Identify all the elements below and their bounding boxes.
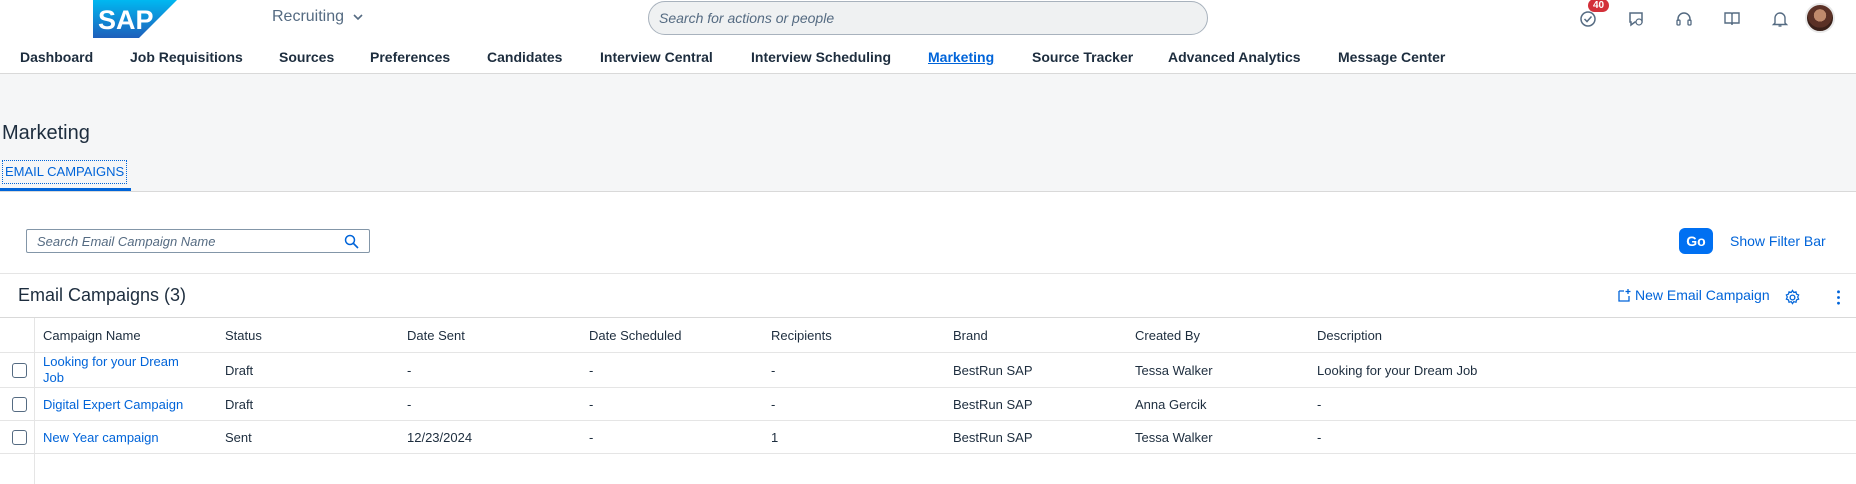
- table-header-row: Campaign Name Status Date Sent Date Sche…: [0, 318, 1856, 353]
- campaign-name-line1: Looking for your Dream: [43, 354, 179, 369]
- campaign-search-input[interactable]: [37, 233, 344, 249]
- nav-item-sources[interactable]: Sources: [279, 49, 334, 65]
- table-row[interactable]: Looking for your Dream Job Draft - - - Be…: [0, 353, 1856, 388]
- table-title: Email Campaigns (3): [18, 285, 187, 305]
- email-campaigns-table: Campaign Name Status Date Sent Date Sche…: [0, 317, 1856, 484]
- more-options-button[interactable]: [1827, 286, 1849, 308]
- cell-description: Looking for your Dream Job: [1317, 363, 1478, 378]
- table-row[interactable]: New Year campaign Sent 12/23/2024 - 1 Be…: [0, 421, 1856, 454]
- cell-status: Draft: [225, 397, 254, 412]
- user-avatar[interactable]: [1805, 3, 1835, 33]
- cell-date-scheduled: -: [589, 430, 594, 445]
- app-title-menu[interactable]: Recruiting: [272, 8, 364, 26]
- search-icon[interactable]: [344, 234, 359, 249]
- row-selector: [0, 388, 35, 420]
- cell-created-by: Tessa Walker: [1135, 430, 1213, 445]
- bell-icon: [1771, 12, 1789, 27]
- todo-button[interactable]: 40: [1564, 0, 1612, 33]
- nav-item-interview-scheduling[interactable]: Interview Scheduling: [751, 49, 891, 65]
- column-header-brand[interactable]: Brand: [953, 328, 988, 344]
- chat-button[interactable]: [1612, 5, 1660, 33]
- cell-date-sent: 12/23/2024: [407, 430, 473, 445]
- sap-logo[interactable]: SAP: [93, 0, 177, 38]
- todo-check-icon: [1580, 11, 1596, 27]
- headset-icon: [1676, 12, 1692, 26]
- row-checkbox[interactable]: [12, 430, 27, 445]
- nav-item-preferences[interactable]: Preferences: [370, 49, 450, 65]
- campaign-name-link[interactable]: New Year campaign: [43, 430, 159, 446]
- column-header-description[interactable]: Description: [1317, 328, 1382, 344]
- nav-item-marketing[interactable]: Marketing: [928, 49, 994, 65]
- cell-description: -: [1317, 397, 1322, 412]
- row-checkbox[interactable]: [12, 363, 27, 378]
- nav-item-dashboard[interactable]: Dashboard: [20, 49, 93, 65]
- campaign-name-line2: Job: [43, 370, 64, 385]
- cell-brand: BestRun SAP: [953, 363, 1033, 378]
- sap-logo-text: SAP: [98, 5, 154, 35]
- nav-item-source-tracker[interactable]: Source Tracker: [1032, 49, 1133, 65]
- cell-description: -: [1317, 430, 1322, 445]
- divider: [0, 273, 1856, 274]
- cell-status: Draft: [225, 363, 254, 378]
- cell-recipients: -: [771, 397, 776, 412]
- cell-brand: BestRun SAP: [953, 397, 1033, 412]
- shell-bar: SAP Recruiting 40: [0, 0, 1856, 40]
- learning-button[interactable]: [1708, 5, 1756, 33]
- top-navigation: Dashboard Job Requisitions Sources Prefe…: [0, 40, 1856, 74]
- page-title: Marketing: [2, 122, 90, 144]
- column-header-recipients[interactable]: Recipients: [771, 328, 832, 344]
- row-selector: [0, 353, 35, 387]
- cell-status: Sent: [225, 430, 252, 445]
- app-title-label: Recruiting: [272, 8, 345, 25]
- nav-item-message-center[interactable]: Message Center: [1338, 49, 1445, 65]
- nav-item-advanced-analytics[interactable]: Advanced Analytics: [1168, 49, 1301, 65]
- global-search[interactable]: [648, 1, 1208, 35]
- chat-icon: [1629, 12, 1643, 27]
- gear-icon: [1785, 288, 1799, 305]
- cell-date-scheduled: -: [589, 397, 594, 412]
- cell-brand: BestRun SAP: [953, 430, 1033, 445]
- table-settings-button[interactable]: [1781, 286, 1803, 308]
- global-search-input[interactable]: [659, 10, 1197, 26]
- column-header-created-by[interactable]: Created By: [1135, 328, 1200, 344]
- cell-date-sent: -: [407, 363, 412, 378]
- go-button[interactable]: Go: [1679, 228, 1713, 254]
- cell-recipients: 1: [771, 430, 779, 445]
- cell-date-sent: -: [407, 397, 412, 412]
- tab-selected-indicator: [0, 188, 131, 191]
- tab-email-campaigns[interactable]: EMAIL CAMPAIGNS: [2, 160, 128, 184]
- new-email-campaign-button[interactable]: New Email Campaign: [1617, 287, 1770, 303]
- column-header-date-scheduled[interactable]: Date Scheduled: [589, 328, 682, 344]
- select-column-header: [0, 318, 35, 352]
- nav-item-job-requisitions[interactable]: Job Requisitions: [130, 49, 243, 65]
- notification-badge: 40: [1588, 0, 1610, 12]
- cell-date-scheduled: -: [589, 363, 594, 378]
- notifications-button[interactable]: [1756, 5, 1804, 33]
- campaign-name-link[interactable]: Looking for your Dream Job: [43, 354, 179, 386]
- book-icon: [1724, 12, 1740, 26]
- new-email-campaign-label: New Email Campaign: [1635, 287, 1770, 303]
- nav-item-candidates[interactable]: Candidates: [487, 49, 562, 65]
- column-header-date-sent[interactable]: Date Sent: [407, 328, 465, 344]
- support-button[interactable]: [1660, 5, 1708, 33]
- column-header-campaign-name[interactable]: Campaign Name: [43, 328, 141, 344]
- table-row[interactable]: Digital Expert Campaign Draft - - - Best…: [0, 388, 1856, 421]
- nav-item-interview-central[interactable]: Interview Central: [600, 49, 713, 65]
- chevron-down-icon: [353, 14, 363, 21]
- campaign-name-link[interactable]: Digital Expert Campaign: [43, 397, 183, 413]
- page-header: Marketing EMAIL CAMPAIGNS: [0, 74, 1856, 192]
- cell-created-by: Tessa Walker: [1135, 363, 1213, 378]
- column-header-status[interactable]: Status: [225, 328, 262, 344]
- row-selector: [0, 421, 35, 453]
- more-vertical-icon: [1836, 289, 1840, 305]
- campaign-search[interactable]: [26, 229, 370, 253]
- shell-actions: 40: [1564, 0, 1804, 33]
- cell-recipients: -: [771, 363, 776, 378]
- show-filter-bar-button[interactable]: Show Filter Bar: [1730, 233, 1826, 249]
- cell-created-by: Anna Gercik: [1135, 397, 1207, 412]
- select-column-filler: [0, 454, 35, 484]
- row-checkbox[interactable]: [12, 397, 27, 412]
- create-icon: [1618, 289, 1631, 302]
